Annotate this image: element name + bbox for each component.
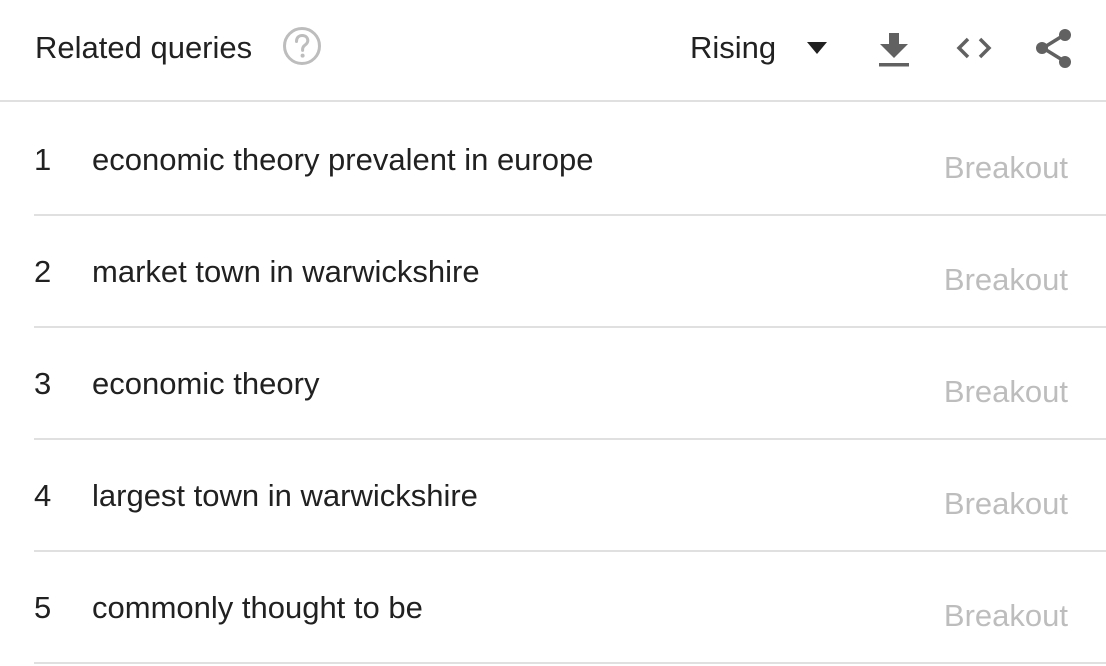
row-query[interactable]: market town in warwickshire [92, 252, 480, 292]
widget-header: Related queries Rising [0, 0, 1106, 102]
row-rank: 3 [34, 366, 52, 401]
row-query[interactable]: economic theory prevalent in europe [92, 140, 593, 180]
dropdown-selected-value: Rising [690, 30, 777, 65]
row-rank: 5 [34, 590, 52, 625]
row-value: Breakout [943, 150, 1068, 185]
row-rank: 1 [34, 142, 52, 177]
query-row[interactable]: 4 largest town in warwickshire Breakout [34, 440, 1106, 552]
widget-title: Related queries [35, 30, 253, 65]
query-row[interactable]: 1 economic theory prevalent in europe Br… [34, 104, 1106, 216]
caret-down-icon [807, 42, 828, 54]
row-value: Breakout [943, 598, 1068, 633]
share-icon[interactable] [1033, 27, 1075, 69]
row-value: Breakout [943, 486, 1068, 521]
query-row[interactable]: 5 commonly thought to be Breakout [34, 552, 1106, 664]
row-query[interactable]: largest town in warwickshire [92, 476, 478, 516]
row-query[interactable]: commonly thought to be [92, 588, 423, 628]
row-query[interactable]: economic theory [92, 364, 319, 404]
row-value: Breakout [943, 374, 1068, 409]
code-embed-icon[interactable] [953, 27, 995, 69]
query-list: 1 economic theory prevalent in europe Br… [0, 104, 1106, 664]
row-value: Breakout [943, 262, 1068, 297]
query-row[interactable]: 2 market town in warwickshire Breakout [34, 216, 1106, 328]
query-row[interactable]: 3 economic theory Breakout [34, 328, 1106, 440]
download-icon[interactable] [873, 27, 915, 69]
metric-dropdown[interactable]: Rising [690, 26, 828, 70]
help-circle-icon[interactable] [282, 26, 322, 66]
row-rank: 2 [34, 254, 52, 289]
row-rank: 4 [34, 478, 52, 513]
